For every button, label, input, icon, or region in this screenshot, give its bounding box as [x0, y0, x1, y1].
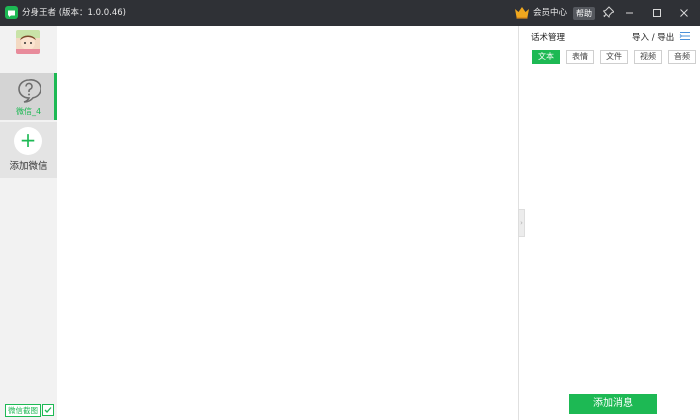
pin-icon[interactable]: [602, 6, 615, 21]
import-export-link[interactable]: 导入 / 导出: [632, 31, 674, 43]
add-message-button[interactable]: 添加消息: [569, 394, 657, 414]
plus-icon: +: [14, 127, 42, 155]
minimize-icon[interactable]: [623, 6, 637, 20]
script-management-panel: 话术管理 导入 / 导出 文本 表情 文件 视频 音频 添加消息: [525, 26, 700, 420]
vip-center-link[interactable]: 会员中心: [533, 0, 567, 26]
title-bar: 分身王者 (版本：1.0.0.46) 会员中心 帮助: [0, 0, 700, 26]
wechat-screenshot-tag[interactable]: 微信截图: [5, 404, 41, 417]
user-avatar[interactable]: [16, 30, 40, 54]
tab-emoji[interactable]: 表情: [566, 50, 594, 64]
tab-audio[interactable]: 音频: [668, 50, 696, 64]
app-window: 分身王者 (版本：1.0.0.46) 会员中心 帮助 微信_4 + 添加微信 微…: [0, 0, 700, 420]
account-name: 微信_4: [15, 107, 42, 116]
help-button[interactable]: 帮助: [573, 7, 595, 20]
panel-title: 话术管理: [531, 33, 566, 43]
message-type-tabs: 文本 表情 文件 视频 音频: [532, 50, 696, 64]
check-icon[interactable]: [42, 404, 54, 416]
close-icon[interactable]: [677, 6, 691, 20]
tab-text[interactable]: 文本: [532, 50, 560, 64]
collapse-handle[interactable]: ›: [518, 209, 525, 237]
crown-icon[interactable]: [514, 6, 530, 22]
app-title: 分身王者 (版本：1.0.0.46): [22, 8, 126, 18]
tab-video[interactable]: 视频: [634, 50, 662, 64]
add-wechat-label: 添加微信: [9, 161, 48, 172]
add-wechat-button[interactable]: + 添加微信: [0, 122, 57, 178]
account-item-wechat-4[interactable]: 微信_4: [0, 73, 57, 120]
tab-file[interactable]: 文件: [600, 50, 628, 64]
chat-content-area: [57, 26, 518, 420]
maximize-icon[interactable]: [650, 6, 664, 20]
account-rail: 微信_4 + 添加微信 微信截图: [0, 26, 57, 420]
app-logo-icon: [5, 6, 18, 19]
collapse-panel-icon[interactable]: [679, 31, 691, 44]
question-chat-icon: [18, 79, 41, 103]
